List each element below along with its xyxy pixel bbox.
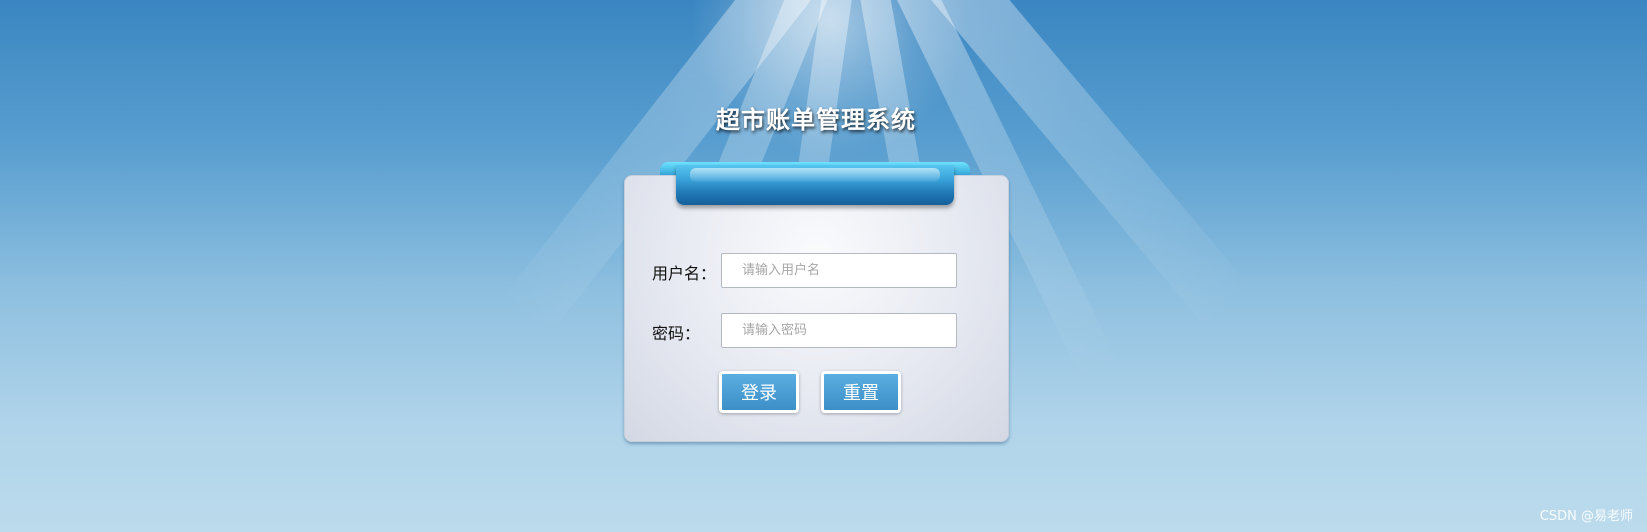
page-title: 超市账单管理系统 (716, 106, 916, 134)
login-card (624, 175, 1009, 442)
password-input[interactable] (721, 313, 957, 348)
username-label: 用户名： (652, 264, 717, 283)
reset-button[interactable]: 重置 (821, 371, 901, 413)
csdn-watermark: CSDN @易老师 (1539, 509, 1633, 524)
password-label: 密码： (652, 324, 701, 343)
ribbon-highlight (690, 168, 940, 182)
login-button[interactable]: 登录 (719, 371, 799, 413)
username-input[interactable] (721, 253, 957, 288)
background-glow (690, 0, 970, 160)
